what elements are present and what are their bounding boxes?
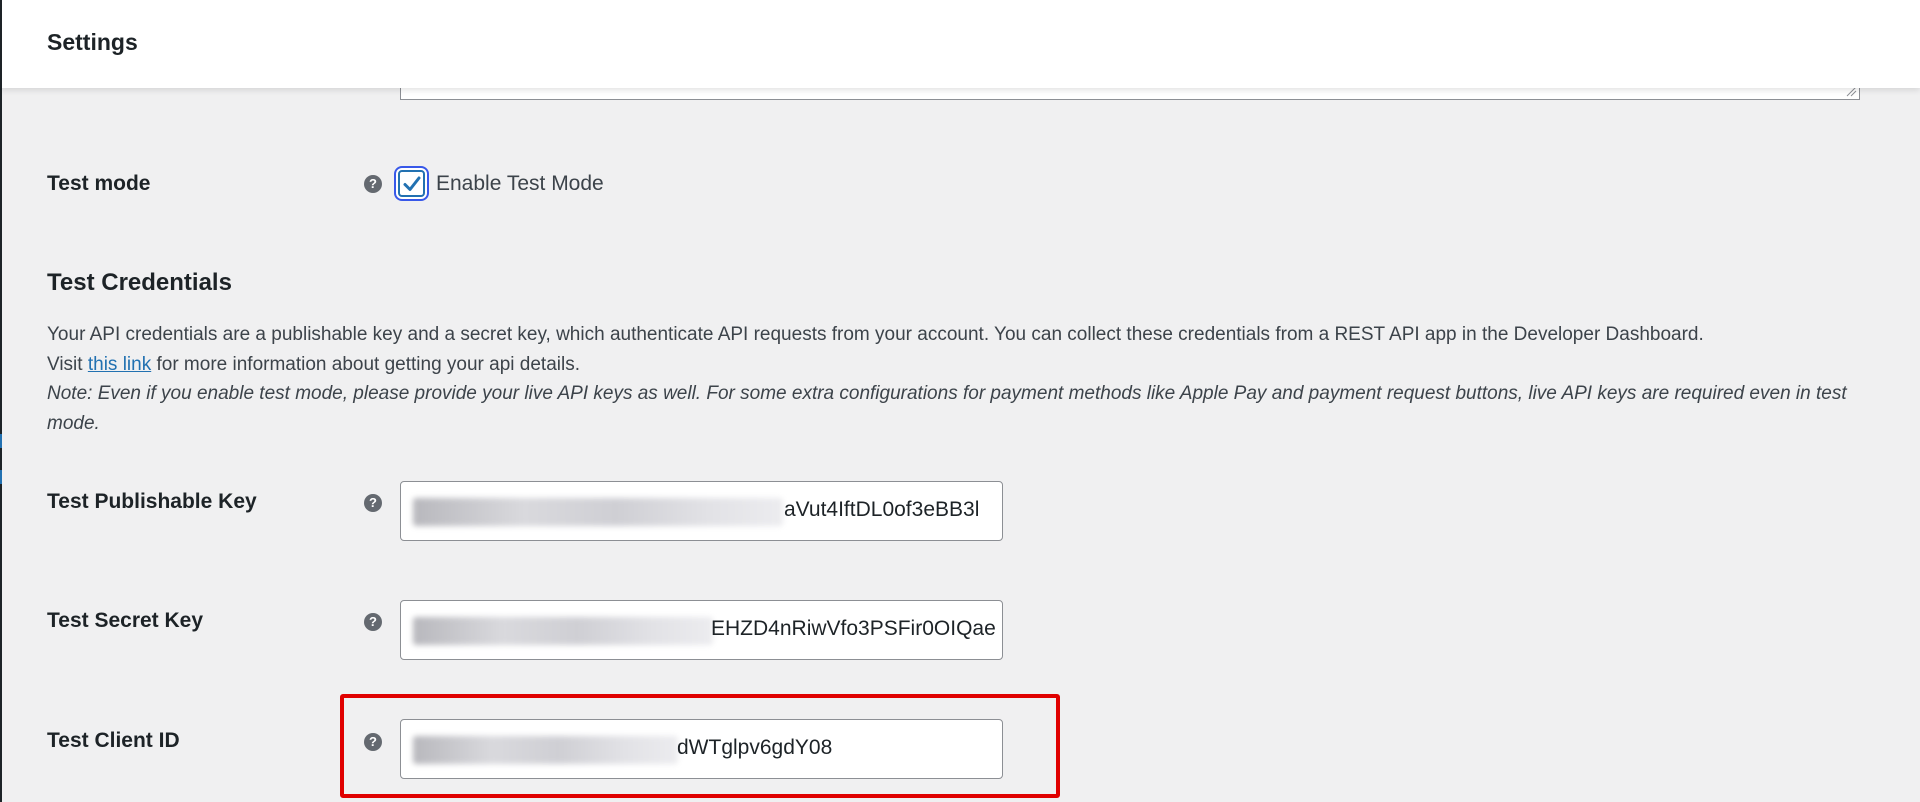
test-mode-note: Note: Even if you enable test mode, plea… — [47, 383, 1847, 434]
test-credentials-heading: Test Credentials — [47, 269, 232, 296]
page-title: Settings — [47, 29, 138, 55]
publishable-key-label: Test Publishable Key — [47, 490, 257, 513]
edge-accent-mark — [0, 470, 2, 484]
redacted-value-blur — [413, 617, 713, 645]
checkmark-icon — [403, 176, 421, 191]
description-text: Your API credentials are a publishable k… — [47, 324, 1704, 345]
client-id-label: Test Client ID — [47, 729, 180, 752]
question-circle-icon[interactable]: ? — [364, 175, 382, 193]
description-link-suffix: for more information about getting your … — [156, 353, 580, 375]
enable-test-mode-label[interactable]: Enable Test Mode — [436, 172, 604, 196]
secret-key-label: Test Secret Key — [47, 609, 204, 632]
question-circle-icon[interactable]: ? — [364, 494, 382, 512]
redacted-value-blur — [413, 498, 783, 526]
question-circle-icon[interactable]: ? — [364, 613, 382, 631]
secret-key-value: EHZD4nRiwVfo3PSFir0OIQae — [711, 617, 996, 640]
settings-header-bar: Settings — [0, 0, 1920, 88]
window-left-edge — [0, 0, 2, 802]
publishable-key-input[interactable]: aVut4IftDL0of3eBB3l — [400, 481, 1003, 541]
description-visit-text: Visit — [47, 353, 83, 375]
credentials-description: Your API credentials are a publishable k… — [47, 320, 1897, 438]
enable-test-mode-checkbox[interactable] — [398, 170, 425, 197]
test-mode-label: Test mode — [47, 172, 151, 195]
this-link[interactable]: this link — [88, 354, 151, 375]
publishable-key-value: aVut4IftDL0of3eBB3l — [784, 498, 980, 521]
secret-key-input[interactable]: EHZD4nRiwVfo3PSFir0OIQae — [400, 600, 1003, 660]
client-id-highlight-box — [340, 694, 1060, 798]
edge-accent-mark — [0, 434, 2, 448]
